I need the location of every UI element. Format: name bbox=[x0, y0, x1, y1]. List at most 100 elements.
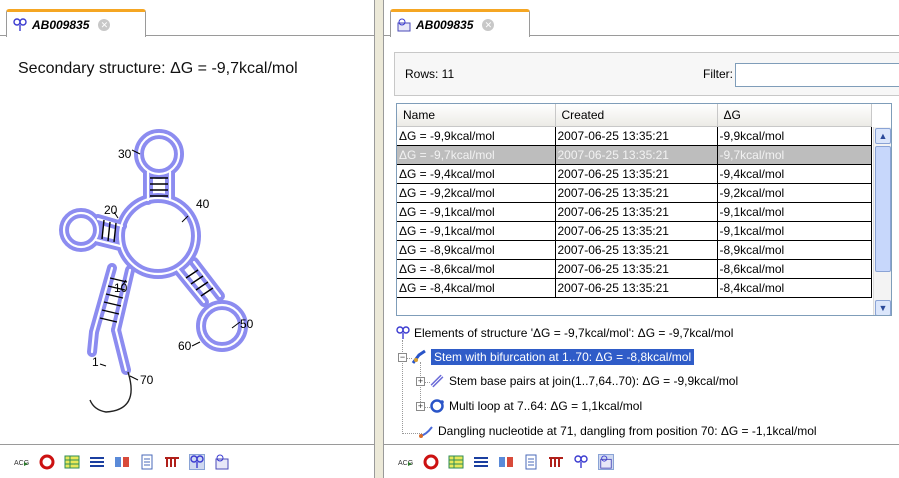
stem-pairs-icon bbox=[430, 374, 444, 388]
position-label: 60 bbox=[178, 339, 192, 353]
position-label: 1 bbox=[92, 355, 99, 369]
cell-name: ΔG = -8,4kcal/mol bbox=[397, 278, 556, 298]
structure-elements-tree: Elements of structure 'ΔG = -9,7kcal/mol… bbox=[396, 322, 892, 440]
cell-name: ΔG = -9,4kcal/mol bbox=[397, 164, 556, 184]
left-tab-bar: AB009835 ✕ bbox=[0, 0, 374, 37]
cell-created: 2007-06-25 13:35:21 bbox=[555, 240, 718, 260]
left-view-toolbar: ACG bbox=[0, 444, 374, 478]
table-row[interactable]: ΔG = -9,1kcal/mol 2007-06-25 13:35:21 -9,1… bbox=[397, 202, 872, 222]
book-icon[interactable] bbox=[114, 454, 130, 470]
rna-text-icon[interactable]: ACG bbox=[14, 454, 30, 470]
table-row[interactable]: ΔG = -8,9kcal/mol 2007-06-25 13:35:21 -8,9… bbox=[397, 240, 872, 260]
table-row[interactable]: ΔG = -9,1kcal/mol 2007-06-25 13:35:21 -9,1… bbox=[397, 221, 872, 241]
tree-item-multiloop[interactable]: + Multi loop at 7..64: ΔG = 1,1kcal/mol bbox=[416, 398, 642, 414]
tree-item-label: Multi loop at 7..64: ΔG = 1,1kcal/mol bbox=[449, 399, 643, 413]
secondary-structure-icon[interactable] bbox=[189, 453, 205, 470]
row-count: Rows: 11 bbox=[405, 67, 455, 81]
secondary-structure-icon[interactable] bbox=[573, 454, 589, 470]
split-pane-divider[interactable] bbox=[375, 0, 383, 478]
position-label: 10 bbox=[114, 281, 128, 295]
column-header-name[interactable]: Name bbox=[397, 104, 556, 127]
text-doc-icon[interactable] bbox=[523, 454, 539, 470]
structure-table-icon bbox=[397, 18, 411, 31]
expand-toggle[interactable]: + bbox=[416, 376, 425, 386]
filter-input[interactable] bbox=[735, 63, 899, 87]
position-label: 50 bbox=[240, 317, 254, 331]
tree-item-stem-label: Stem with bifurcation at 1..70: ΔG = -8,… bbox=[431, 349, 695, 365]
table-row[interactable]: ΔG = -9,4kcal/mol 2007-06-25 13:35:21 -9,4… bbox=[397, 164, 872, 184]
position-label: 30 bbox=[118, 147, 132, 161]
scroll-thumb[interactable] bbox=[875, 146, 891, 272]
cell-name: ΔG = -9,9kcal/mol bbox=[397, 126, 556, 146]
position-label: 70 bbox=[140, 373, 154, 387]
tree-root[interactable]: Elements of structure 'ΔG = -9,7kcal/mol… bbox=[396, 326, 733, 340]
tab-structure-table[interactable]: AB009835 ✕ bbox=[390, 9, 530, 37]
scroll-down-button[interactable]: ▼ bbox=[875, 300, 891, 315]
stem-icon bbox=[411, 349, 426, 364]
multiloop-icon bbox=[430, 399, 444, 413]
table-row[interactable]: ΔG = -9,2kcal/mol 2007-06-25 13:35:21 -9,2… bbox=[397, 183, 872, 203]
secondary-structure-icon bbox=[13, 17, 27, 31]
tree-item-label: Stem base pairs at join(1..7,64..70): ΔG… bbox=[449, 374, 739, 388]
table-view-icon[interactable] bbox=[64, 454, 80, 470]
structure-table-icon[interactable] bbox=[598, 453, 614, 470]
book-icon[interactable] bbox=[498, 454, 514, 470]
cell-delta-g: -9,9kcal/mol bbox=[717, 126, 872, 146]
scroll-up-button[interactable]: ▲ bbox=[875, 128, 891, 144]
expand-toggle[interactable]: + bbox=[416, 401, 425, 411]
circle-view-icon[interactable] bbox=[39, 454, 55, 470]
cell-delta-g: -9,1kcal/mol bbox=[717, 221, 872, 241]
cell-name: ΔG = -9,2kcal/mol bbox=[397, 183, 556, 203]
table-row[interactable]: ΔG = -9,9kcal/mol 2007-06-25 13:35:21 -9,9… bbox=[397, 126, 872, 146]
tree-item-dangling[interactable]: Dangling nucleotide at 71, dangling from… bbox=[418, 423, 817, 439]
structure-view-panel: AB009835 ✕ Secondary structure: ΔG = -9,… bbox=[0, 0, 375, 478]
tab-structure-view[interactable]: AB009835 ✕ bbox=[6, 9, 146, 37]
filter-label: Filter: bbox=[703, 67, 733, 81]
tree-item-stem-base-pairs[interactable]: + Stem base pairs at join(1..7,64..70): … bbox=[416, 373, 738, 389]
text-doc-icon[interactable] bbox=[139, 454, 155, 470]
structure-table-panel: AB009835 ✕ Rows: 11 Filter: Name Created… bbox=[383, 0, 899, 478]
bar-graph-icon[interactable] bbox=[548, 454, 564, 470]
list-view-icon[interactable] bbox=[473, 454, 489, 470]
position-label: 20 bbox=[104, 203, 118, 217]
structure-table: Name Created ΔG ΔG = -9,9kcal/mol 2007-06… bbox=[396, 103, 892, 316]
tree-item-stem[interactable]: − Stem with bifurcation at 1..70: ΔG = -… bbox=[398, 349, 695, 365]
column-header-delta-g[interactable]: ΔG bbox=[717, 104, 872, 127]
cell-name: ΔG = -9,7kcal/mol bbox=[397, 145, 556, 165]
cell-delta-g: -9,4kcal/mol bbox=[717, 164, 872, 184]
list-view-icon[interactable] bbox=[89, 454, 105, 470]
table-row[interactable]: ΔG = -8,4kcal/mol 2007-06-25 13:35:21 -8,4… bbox=[397, 278, 872, 298]
dangling-nucleotide-icon bbox=[419, 426, 433, 438]
cell-created: 2007-06-25 13:35:21 bbox=[555, 164, 718, 184]
rna-text-icon[interactable]: ACG bbox=[398, 454, 414, 470]
collapse-toggle[interactable]: − bbox=[398, 352, 407, 362]
structure-title: Secondary structure: ΔG = -9,7kcal/mol bbox=[18, 60, 298, 77]
close-icon[interactable]: ✕ bbox=[98, 18, 111, 31]
bar-graph-icon[interactable] bbox=[164, 454, 180, 470]
cell-created: 2007-06-25 13:35:21 bbox=[555, 183, 718, 203]
circle-view-icon[interactable] bbox=[423, 454, 439, 470]
cell-created: 2007-06-25 13:35:21 bbox=[555, 145, 718, 165]
tree-item-label: Dangling nucleotide at 71, dangling from… bbox=[438, 424, 817, 438]
table-row[interactable]: ΔG = -8,6kcal/mol 2007-06-25 13:35:21 -8,6… bbox=[397, 259, 872, 279]
cell-name: ΔG = -9,1kcal/mol bbox=[397, 202, 556, 222]
position-label: 40 bbox=[196, 197, 210, 211]
structure-table-icon[interactable] bbox=[214, 454, 230, 470]
table-row[interactable]: ΔG = -9,7kcal/mol 2007-06-25 13:35:21 -9,7… bbox=[397, 145, 872, 165]
rna-secondary-structure[interactable]: 30 40 20 10 50 60 1 70 bbox=[0, 120, 330, 440]
close-icon[interactable]: ✕ bbox=[482, 18, 495, 31]
secondary-structure-icon bbox=[396, 326, 410, 339]
cell-delta-g: -9,7kcal/mol bbox=[717, 145, 872, 165]
cell-name: ΔG = -8,9kcal/mol bbox=[397, 240, 556, 260]
table-scrollbar[interactable]: ▲ ▼ bbox=[873, 127, 891, 315]
cell-created: 2007-06-25 13:35:21 bbox=[555, 202, 718, 222]
tab-title: AB009835 bbox=[32, 17, 90, 32]
cell-delta-g: -8,9kcal/mol bbox=[717, 240, 872, 260]
tab-title: AB009835 bbox=[416, 17, 474, 32]
column-header-created[interactable]: Created bbox=[555, 104, 718, 127]
cell-delta-g: -9,1kcal/mol bbox=[717, 202, 872, 222]
cell-created: 2007-06-25 13:35:21 bbox=[555, 259, 718, 279]
cell-name: ΔG = -8,6kcal/mol bbox=[397, 259, 556, 279]
table-view-icon[interactable] bbox=[448, 454, 464, 470]
cell-created: 2007-06-25 13:35:21 bbox=[555, 221, 718, 241]
